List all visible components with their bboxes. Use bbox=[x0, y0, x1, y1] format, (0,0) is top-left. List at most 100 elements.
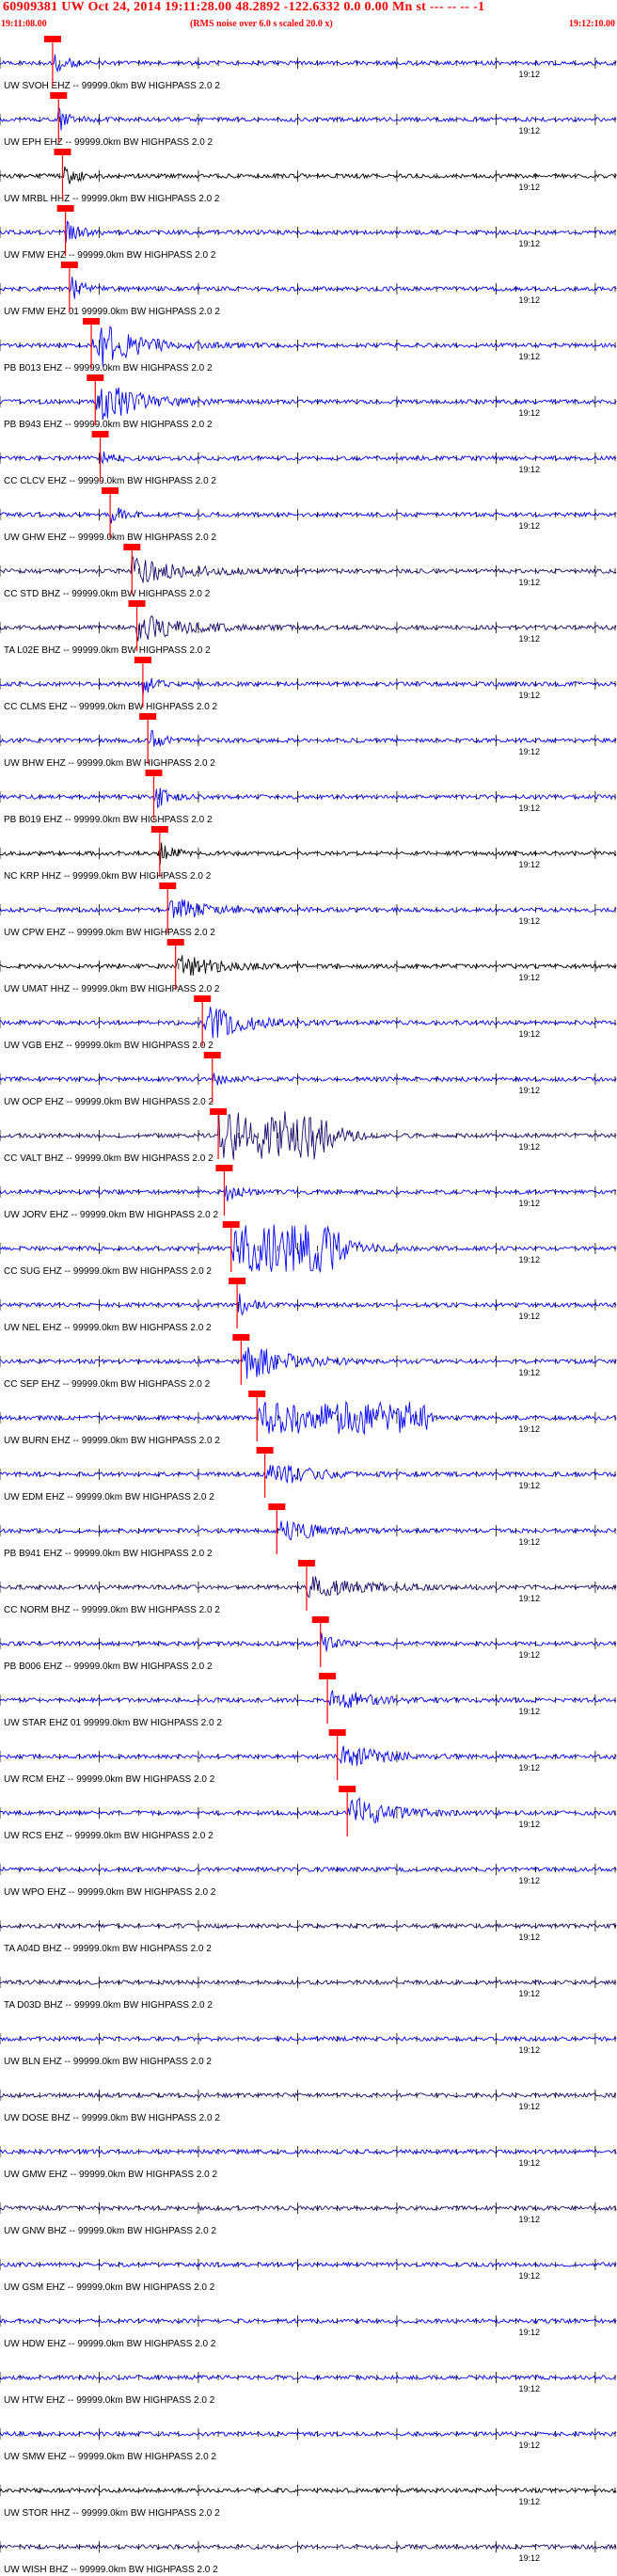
waveform bbox=[0, 1922, 617, 1930]
trace-row: 19:12 UW CPW EHZ -- 99999.0km BW HIGHPASS… bbox=[0, 883, 617, 938]
record-section-plot: 19:12 UW SVOH EHZ -- 99999.0km BW HIGHPAS… bbox=[0, 36, 617, 2575]
trace-row: 19:12 UW HTW EHZ -- 99999.0km BW HIGHPASS… bbox=[0, 2372, 617, 2406]
trace-row: 19:12 CC CLCV EHZ -- 99999.0km BW HIGHPAS… bbox=[0, 431, 617, 486]
station-label: PB B943 EHZ -- 99999.0km BW HIGHPASS 2.0… bbox=[4, 420, 213, 430]
pick-flag bbox=[215, 1165, 233, 1171]
station-label: UW FMW EHZ -- 99999.0km BW HIGHPASS 2.0 … bbox=[4, 250, 216, 261]
minute-tick-label: 19:12 bbox=[519, 1086, 541, 1095]
station-label: UW OCP EHZ -- 99999.0km BW HIGHPASS 2.0 … bbox=[4, 1097, 214, 1107]
minute-tick-label: 19:12 bbox=[519, 1594, 541, 1603]
pick-flag bbox=[229, 1278, 246, 1284]
trace-row: 19:12 CC NORM BHZ -- 99999.0km BW HIGHPAS… bbox=[0, 1560, 617, 1615]
pick-flag bbox=[311, 1616, 329, 1623]
trace-row: 19:12 TA A04D BHZ -- 99999.0km BW HIGHPAS… bbox=[0, 1920, 617, 1954]
pick-flag bbox=[210, 1108, 228, 1115]
minute-tick-label: 19:12 bbox=[519, 691, 541, 700]
pick-flag bbox=[194, 995, 212, 1002]
station-label: UW GSM EHZ -- 99999.0km BW HIGHPASS 2.0 … bbox=[4, 2282, 215, 2293]
trace-row: 19:12 NC KRP HHZ -- 99999.0km BW HIGHPASS… bbox=[0, 826, 617, 882]
minute-tick-label: 19:12 bbox=[519, 1876, 541, 1885]
pick-flag bbox=[319, 1673, 337, 1679]
pick-flag bbox=[339, 1786, 356, 1792]
trace-row: 19:12 UW RCS EHZ -- 99999.0km BW HIGHPASS… bbox=[0, 1786, 617, 1841]
trace-row: 19:12 UW WISH BHZ -- 99999.0km BW HIGHPAS… bbox=[0, 2541, 617, 2575]
station-label: UW BHW EHZ -- 99999.0km BW HIGHPASS 2.0 … bbox=[4, 758, 215, 769]
trace-row: 19:12 UW SMW EHZ -- 99999.0km BW HIGHPASS… bbox=[0, 2428, 617, 2462]
pick-flag bbox=[139, 713, 157, 720]
minute-tick-label: 19:12 bbox=[519, 2102, 541, 2111]
pick-flag bbox=[56, 205, 74, 212]
trace-row: 19:12 CC VALT BHZ -- 99999.0km BW HIGHPAS… bbox=[0, 1108, 617, 1164]
minute-tick-label: 19:12 bbox=[519, 1368, 541, 1377]
station-label: PB B019 EHZ -- 99999.0km BW HIGHPASS 2.0… bbox=[4, 815, 213, 825]
trace-row: 19:12 UW UMAT HHZ -- 99999.0km BW HIGHPAS… bbox=[0, 939, 617, 994]
trace-row: 19:12 UW GMW EHZ -- 99999.0km BW HIGHPASS… bbox=[0, 2146, 617, 2180]
waveform bbox=[0, 2430, 617, 2438]
pick-flag bbox=[166, 939, 184, 946]
station-label: CC SUG EHZ -- 99999.0km BW HIGHPASS 2.0 … bbox=[4, 1266, 212, 1277]
trace-row: 19:12 UW WPO EHZ -- 99999.0km BW HIGHPASS… bbox=[0, 1864, 617, 1898]
pick-flag bbox=[102, 487, 119, 494]
waveform bbox=[0, 2487, 617, 2494]
minute-tick-label: 19:12 bbox=[519, 465, 541, 474]
waveform bbox=[0, 2035, 617, 2043]
station-label: PB B006 EHZ -- 99999.0km BW HIGHPASS 2.0… bbox=[4, 1662, 213, 1672]
waveform bbox=[0, 2091, 617, 2099]
station-label: UW GNW BHZ -- 99999.0km BW HIGHPASS 2.0 … bbox=[4, 2226, 216, 2236]
minute-tick-label: 19:12 bbox=[519, 183, 541, 192]
station-label: UW SMW EHZ -- 99999.0km BW HIGHPASS 2.0 … bbox=[4, 2452, 216, 2462]
minute-tick-label: 19:12 bbox=[519, 1481, 541, 1490]
pick-flag bbox=[328, 1729, 346, 1736]
minute-tick-label: 19:12 bbox=[519, 1763, 541, 1773]
station-label: UW FMW EHZ 01 99999.0km BW HIGHPASS 2.0 … bbox=[4, 307, 220, 317]
trace-row: 19:12 CC STD BHZ -- 99999.0km BW HIGHPASS… bbox=[0, 544, 617, 599]
minute-tick-label: 19:12 bbox=[519, 747, 541, 756]
minute-tick-label: 19:12 bbox=[519, 1199, 541, 1208]
station-label: UW EPH EHZ -- 99999.0km BW HIGHPASS 2.0 … bbox=[4, 137, 214, 148]
station-label: TA L02E BHZ -- 99999.0km BW HIGHPASS 2.0… bbox=[4, 645, 211, 656]
pick-flag bbox=[87, 374, 104, 381]
trace-row: 19:12 UW EDM EHZ -- 99999.0km BW HIGHPASS… bbox=[0, 1447, 617, 1503]
trace-row: 19:12 TA D03D BHZ -- 99999.0km BW HIGHPAS… bbox=[0, 1977, 617, 2011]
station-label: UW RCS EHZ -- 99999.0km BW HIGHPASS 2.0 … bbox=[4, 1831, 214, 1841]
waveform bbox=[0, 729, 617, 747]
pick-flag bbox=[222, 1221, 240, 1228]
pick-flag bbox=[150, 826, 168, 833]
station-label: UW GMW EHZ -- 99999.0km BW HIGHPASS 2.0 … bbox=[4, 2170, 218, 2180]
waveform bbox=[0, 2148, 617, 2155]
minute-tick-label: 19:12 bbox=[519, 1932, 541, 1942]
waveform bbox=[0, 1111, 617, 1160]
trace-row: 19:12UW GHW EHZ -- 99999.0km BW HIGHPASS… bbox=[0, 487, 617, 543]
minute-tick-label: 19:12 bbox=[519, 2384, 541, 2393]
waveform bbox=[0, 1689, 617, 1709]
trace-row: 19:12 UW SVOH EHZ -- 99999.0km BW HIGHPAS… bbox=[0, 36, 617, 91]
trace-row: 19:12 UW STAR EHZ 01 99999.0km BW HIGHPAS… bbox=[0, 1673, 617, 1728]
waveform bbox=[0, 1073, 617, 1086]
trace-row: 19:12 PB B019 EHZ -- 99999.0km BW HIGHPAS… bbox=[0, 770, 617, 825]
station-label: UW HDW EHZ -- 99999.0km BW HIGHPASS 2.0 … bbox=[4, 2339, 216, 2349]
minute-tick-label: 19:12 bbox=[519, 860, 541, 869]
trace-row: 19:12 UW OCP EHZ -- 99999.0km BW HIGHPASS… bbox=[0, 1052, 617, 1107]
trace-row: 19:12 UW FMW EHZ -- 99999.0km BW HIGHPASS… bbox=[0, 205, 617, 261]
station-label: CC VALT BHZ -- 99999.0km BW HIGHPASS 2.0… bbox=[4, 1153, 214, 1164]
trace-row: 19:12 UW RCM EHZ -- 99999.0km BW HIGHPASS… bbox=[0, 1729, 617, 1785]
minute-tick-label: 19:12 bbox=[519, 521, 541, 531]
waveform bbox=[0, 1632, 617, 1652]
event-title: 60909381 UW Oct 24, 2014 19:11:28.00 48.… bbox=[3, 0, 485, 14]
scaling-note: (RMS noise over 6.0 s scaled 20.0 x) bbox=[190, 19, 333, 29]
waveform bbox=[0, 2317, 617, 2325]
station-label: UW CPW EHZ -- 99999.0km BW HIGHPASS 2.0 … bbox=[4, 928, 215, 938]
trace-row: 19:12 CC SEP EHZ -- 99999.0km BW HIGHPASS… bbox=[0, 1334, 617, 1390]
pick-flag bbox=[203, 1052, 221, 1058]
pick-flag bbox=[297, 1560, 315, 1566]
station-label: UW UMAT HHZ -- 99999.0km BW HIGHPASS 2.0… bbox=[4, 984, 220, 994]
station-label: CC CLMS EHZ -- 99999.0km BW HIGHPASS 2.0… bbox=[4, 702, 218, 712]
pick-flag bbox=[60, 262, 78, 268]
minute-tick-label: 19:12 bbox=[519, 239, 541, 248]
pick-flag bbox=[145, 770, 163, 776]
station-label: TA D03D BHZ -- 99999.0km BW HIGHPASS 2.0… bbox=[4, 2000, 213, 2011]
pick-flag bbox=[134, 657, 151, 663]
record-header: 60909381 UW Oct 24, 2014 19:11:28.00 48.… bbox=[0, 0, 617, 34]
waveform bbox=[0, 898, 617, 918]
waveform bbox=[0, 2543, 617, 2551]
